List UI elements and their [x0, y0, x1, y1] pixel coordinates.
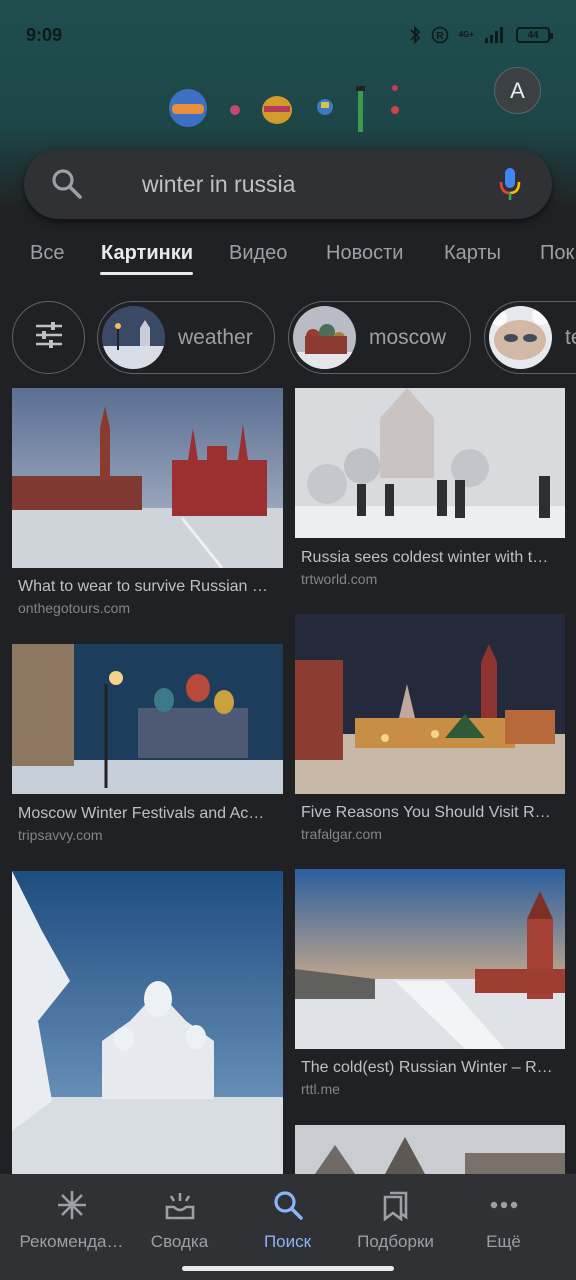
result-source: rttl.me — [301, 1081, 340, 1097]
tab-maps[interactable]: Карты — [444, 242, 501, 265]
avatar-letter: A — [510, 77, 525, 103]
status-time: 9:09 — [26, 24, 63, 45]
status-bar: 9:09 R 4G+ 44 — [0, 0, 576, 70]
chip-moscow[interactable]: moscow — [288, 301, 471, 374]
result-title[interactable]: Moscow Winter Festivals and Ac… — [18, 805, 280, 823]
nav-recommendations[interactable]: Рекоменда… — [14, 1188, 129, 1258]
search-icon — [271, 1188, 305, 1222]
result-thumbnail[interactable] — [295, 869, 565, 1054]
result-title[interactable]: Five Reasons You Should Visit R… — [301, 804, 563, 822]
bottom-navigation: Рекоменда… Сводка Поиск Подборки Ещё — [0, 1174, 576, 1280]
chip-temperature-label: te — [565, 325, 576, 349]
chip-weather-label: weather — [178, 325, 253, 349]
result-thumbnail[interactable] — [12, 644, 283, 799]
collections-icon — [379, 1188, 413, 1222]
nav-more[interactable]: Ещё — [446, 1188, 561, 1258]
chip-temperature-thumbnail — [489, 306, 552, 369]
result-thumbnail[interactable] — [295, 1125, 565, 1174]
result-source: tripsavvy.com — [18, 827, 103, 843]
nav-search-label: Поиск — [263, 1232, 312, 1251]
network-type: 4G+ — [458, 30, 474, 39]
search-input[interactable]: winter in russia — [142, 171, 496, 198]
result-thumbnail[interactable] — [12, 388, 283, 573]
search-icon — [50, 167, 84, 201]
nav-more-label: Ещё — [486, 1232, 521, 1251]
more-dots-icon — [487, 1188, 521, 1222]
result-title[interactable]: Russia sees coldest winter with t… — [301, 549, 563, 567]
chip-weather[interactable]: weather — [97, 301, 275, 374]
tab-news[interactable]: Новости — [326, 242, 403, 265]
tab-all[interactable]: Все — [30, 242, 64, 265]
image-result[interactable]: Russia sees coldest winter with t… trtwo… — [295, 388, 565, 598]
image-result[interactable] — [12, 871, 283, 1174]
chip-temperature[interactable]: te — [484, 301, 576, 374]
asterisk-icon — [55, 1188, 89, 1222]
search-box[interactable]: winter in russia — [24, 149, 552, 219]
home-indicator[interactable] — [182, 1266, 394, 1271]
result-title[interactable]: What to wear to survive Russian … — [18, 578, 280, 596]
image-result[interactable] — [295, 1125, 565, 1174]
status-icons: R 4G+ 44 — [409, 26, 553, 44]
image-result[interactable]: Five Reasons You Should Visit R… trafalg… — [295, 614, 565, 854]
svg-text:R: R — [436, 31, 444, 42]
battery-level: 44 — [527, 29, 539, 41]
result-title[interactable]: The cold(est) Russian Winter – R… — [301, 1059, 563, 1077]
tab-shopping[interactable]: Пок — [540, 242, 574, 265]
filter-button[interactable] — [12, 301, 85, 374]
registered-icon: R — [431, 26, 449, 44]
nav-collections-label: Подборки — [357, 1232, 434, 1251]
search-tabs: Все Картинки Видео Новости Карты Пок — [0, 230, 576, 280]
microphone-icon[interactable] — [496, 166, 524, 202]
inbox-icon — [163, 1188, 197, 1222]
nav-recommendations-label: Рекоменда… — [19, 1232, 124, 1251]
tab-images[interactable]: Картинки — [101, 242, 193, 265]
image-result[interactable]: Moscow Winter Festivals and Ac… tripsavv… — [12, 644, 283, 854]
nav-summary-label: Сводка — [150, 1232, 209, 1251]
result-thumbnail[interactable] — [295, 614, 565, 799]
result-thumbnail[interactable] — [12, 871, 283, 1174]
chip-weather-thumbnail — [102, 306, 165, 369]
result-source: trtworld.com — [301, 571, 378, 587]
nav-search[interactable]: Поиск — [230, 1188, 345, 1258]
result-source: onthegotours.com — [18, 600, 131, 616]
chip-moscow-thumbnail — [293, 306, 356, 369]
result-thumbnail[interactable] — [295, 388, 565, 543]
signal-icon — [484, 27, 506, 43]
tune-icon — [34, 321, 64, 354]
account-avatar[interactable]: A — [494, 67, 541, 114]
refinement-chips: weather moscow te — [0, 300, 576, 376]
google-doodle[interactable] — [160, 78, 410, 138]
result-source: trafalgar.com — [301, 826, 382, 842]
tab-video[interactable]: Видео — [229, 242, 287, 265]
chip-moscow-label: moscow — [369, 325, 447, 349]
active-tab-indicator — [100, 272, 193, 275]
battery-icon: 44 — [516, 27, 553, 43]
nav-collections[interactable]: Подборки — [338, 1188, 453, 1258]
image-result[interactable]: What to wear to survive Russian … ontheg… — [12, 388, 283, 618]
nav-summary[interactable]: Сводка — [122, 1188, 237, 1258]
bluetooth-icon — [409, 26, 421, 44]
image-result[interactable]: The cold(est) Russian Winter – R… rttl.m… — [295, 869, 565, 1109]
